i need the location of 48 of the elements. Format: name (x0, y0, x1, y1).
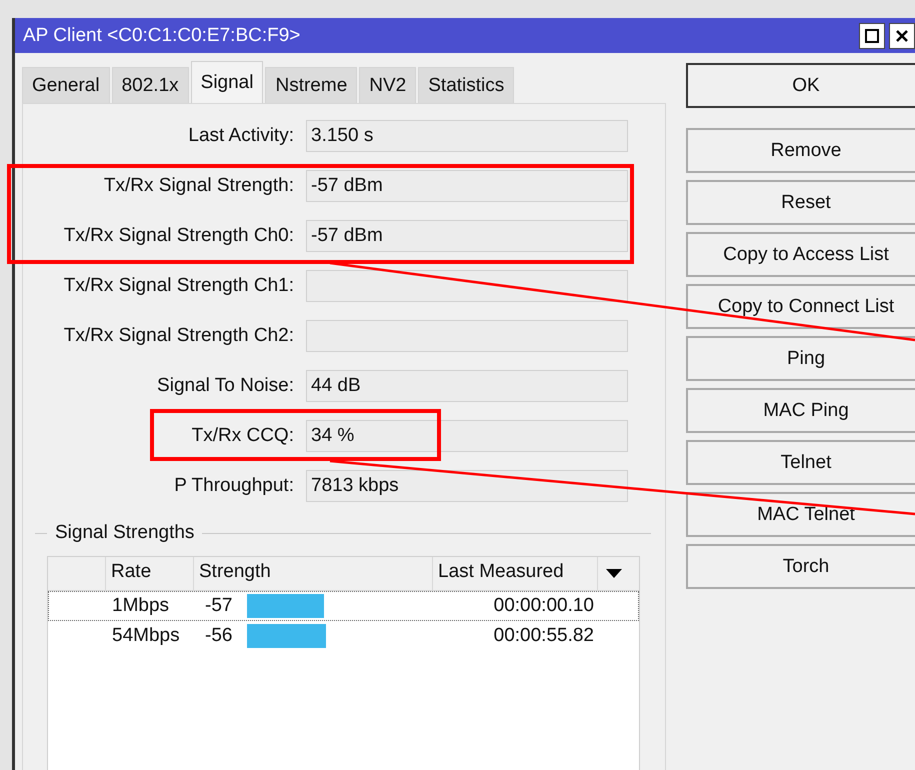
field-label: Tx/Rx Signal Strength: (102, 175, 294, 197)
maximize-button[interactable] (859, 22, 885, 48)
close-button[interactable] (889, 22, 915, 48)
action-button[interactable]: MAC Ping (686, 388, 915, 433)
field-label: Tx/Rx CCQ: (190, 425, 294, 447)
tab[interactable]: NV2 (359, 67, 416, 103)
readonly-field: 7813 kbps (306, 470, 628, 502)
action-button[interactable]: Remove (686, 128, 915, 173)
table-cell-text: 00:00:00.10 (492, 595, 595, 617)
field-label: Tx/Rx Signal Strength Ch1: (62, 275, 294, 297)
tab[interactable]: Signal (190, 61, 264, 103)
action-button[interactable]: Ping (686, 336, 915, 381)
table-row[interactable]: 1Mbps -57 00:00:00.10 (48, 591, 639, 621)
readonly-field: 3.150 s (306, 120, 628, 152)
column-header[interactable]: Last Measured (433, 557, 598, 590)
readonly-field: 34 % (306, 420, 628, 452)
readonly-field: 44 dB (306, 370, 628, 402)
close-icon (895, 28, 909, 42)
action-button[interactable]: Copy to Access List (686, 232, 915, 277)
column-header[interactable]: Strength (194, 557, 433, 590)
maximize-icon (865, 28, 879, 42)
tab[interactable]: Statistics (418, 67, 514, 103)
group-title: Signal Strengths (55, 522, 194, 544)
table-row[interactable]: 54Mbps -56 00:00:55.82 (48, 621, 639, 651)
action-button[interactable]: Telnet (686, 440, 915, 485)
dropdown-icon (606, 569, 622, 578)
action-button[interactable]: MAC Telnet (686, 492, 915, 537)
tab[interactable]: General (22, 67, 110, 103)
tab[interactable]: Nstreme (265, 67, 358, 103)
table-cell-text: -56 (205, 625, 234, 647)
column-header[interactable]: Rate (106, 557, 194, 590)
field-label: Signal To Noise: (156, 375, 294, 397)
field-label: Tx/Rx Signal Strength Ch0: (62, 225, 294, 247)
table-cell-text: -57 (205, 595, 234, 617)
table-cell-text: 00:00:55.82 (492, 625, 595, 647)
field-label: Tx/Rx Signal Strength Ch2: (62, 325, 294, 347)
action-button[interactable]: Copy to Connect List (686, 284, 915, 329)
action-button[interactable]: OK (686, 63, 915, 108)
readonly-field: -57 dBm (306, 220, 628, 252)
action-button[interactable]: Torch (686, 544, 915, 589)
field-label: P Throughput: (173, 475, 294, 497)
table-cell-text: 1Mbps (111, 595, 170, 617)
action-button[interactable]: Reset (686, 180, 915, 225)
window-title: AP Client <C0:C1:C0:E7:BC:F9> (23, 24, 300, 46)
table-cell-text: 54Mbps (111, 625, 181, 647)
readonly-field: -57 dBm (306, 170, 628, 202)
field-label: Last Activity: (187, 125, 294, 147)
tab[interactable]: 802.1x (112, 67, 189, 103)
